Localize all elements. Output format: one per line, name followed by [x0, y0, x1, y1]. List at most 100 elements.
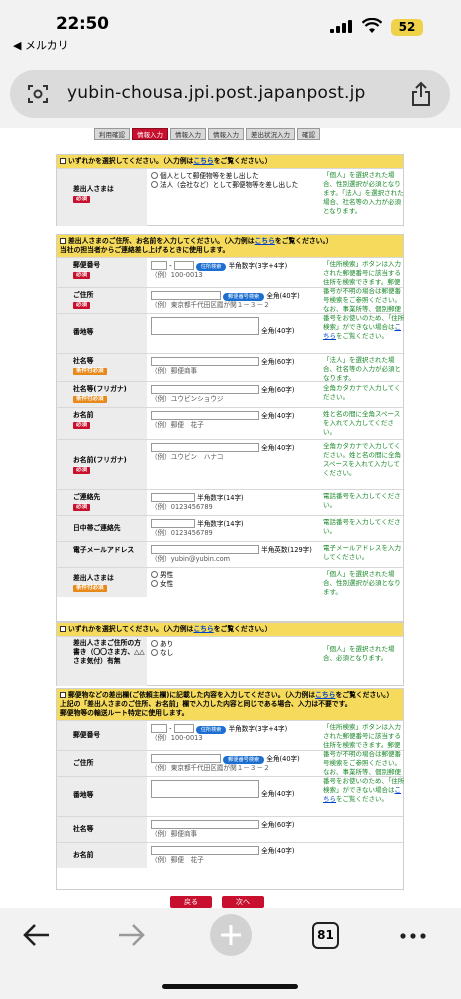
- mail-name-input[interactable]: [151, 846, 259, 855]
- conditional-badge: 条件付必須: [73, 585, 107, 592]
- phone-label: ご連絡先 必須: [57, 490, 147, 515]
- example-link[interactable]: こちら: [193, 157, 213, 165]
- sender-address-section: 差出人さまのご住所、お名前を入力してください。（入力例はこちらをご覧ください。）…: [56, 234, 404, 622]
- field-label: 差出人さまは 必須: [57, 169, 147, 226]
- next-button[interactable]: 次へ: [222, 896, 264, 908]
- address-input[interactable]: [151, 291, 221, 300]
- home-indicator: [162, 984, 298, 989]
- radio-katagaki-no[interactable]: なし: [151, 649, 319, 658]
- mail-company-label: 社名等: [57, 817, 147, 842]
- url-text[interactable]: yubin-chousa.jpi.post.japanpost.jp: [67, 83, 366, 103]
- mail-name-input-cell: 全角(40字) （例）郵便 花子: [151, 846, 295, 864]
- more-menu-icon[interactable]: [400, 932, 426, 940]
- postal-code-inputs: - 住所検索 半角数字(3字+4字) （例）100-0013: [151, 261, 288, 279]
- email-label: 電子メールアドレス: [57, 542, 147, 567]
- day-phone-label: 日中帯ご連絡先: [57, 516, 147, 541]
- site-settings-icon[interactable]: [26, 82, 50, 106]
- gender-note: 「個人」を選択された場合、性別選択が必須となります。: [323, 570, 401, 596]
- gender-label: 差出人さまは 条件付必須: [57, 568, 147, 597]
- phone-note: 電話番号を入力してください。: [323, 492, 401, 509]
- required-badge: 必須: [73, 196, 91, 203]
- mail-postal-search-button[interactable]: 郵便番号検索: [223, 756, 265, 764]
- mail-postal-inputs: - 住所検索 半角数字(3字+4字) （例）100-0013: [151, 724, 288, 742]
- katagaki-note: 「個人」を選択された場合、必須となります。: [323, 645, 395, 662]
- name-label: お名前 必須: [57, 408, 147, 439]
- email-input[interactable]: [151, 545, 259, 554]
- company-kana-label: 社名等(フリガナ) 条件付必須: [57, 382, 147, 407]
- required-badge: 必須: [73, 422, 91, 429]
- day-phone-input[interactable]: [151, 519, 195, 528]
- back-arrow-icon[interactable]: [22, 921, 52, 949]
- example-link[interactable]: こちら: [255, 237, 275, 245]
- mail-company-input[interactable]: [151, 820, 259, 829]
- required-badge: 必須: [73, 504, 91, 511]
- step-3: 情報入力: [170, 128, 206, 140]
- company-input-cell: 全角(60字) （例）郵便商事: [151, 357, 295, 375]
- phone-input[interactable]: [151, 493, 195, 502]
- section-header: 郵便物などの差出欄(ご依頼主欄)に記載した内容を入力してください。（入力例はこち…: [57, 689, 403, 720]
- plus-icon: [221, 925, 241, 945]
- forward-arrow-icon[interactable]: [116, 921, 146, 949]
- company-kana-note: 全角カタカナで入力してください。: [323, 384, 401, 401]
- company-note: 「法人」を選択された場合、社名等の入力が必須となります。: [323, 356, 401, 382]
- mail-sender-section: 郵便物などの差出欄(ご依頼主欄)に記載した内容を入力してください。（入力例はこち…: [56, 688, 404, 890]
- step-6: 確認: [297, 128, 320, 140]
- mail-postal-second-input[interactable]: [173, 724, 194, 733]
- postal-search-button[interactable]: 郵便番号検索: [223, 293, 265, 301]
- form-buttons: 戻る 次へ: [170, 896, 274, 908]
- banchi-input[interactable]: [151, 317, 259, 335]
- progress-steps: 利用確認 情報入力 情報入力 情報入力 差出状況入力 確認: [94, 128, 322, 142]
- radio-female[interactable]: 女性: [151, 580, 319, 589]
- postal-code-first-input[interactable]: [151, 261, 167, 270]
- share-icon[interactable]: [410, 81, 432, 107]
- mail-name-label: お名前: [57, 843, 147, 868]
- address-search-button[interactable]: 住所検索: [195, 263, 227, 271]
- company-kana-input[interactable]: [151, 385, 259, 394]
- name-kana-input-cell: 全角(40字) （例）ユウビン ハナコ: [151, 443, 295, 461]
- katagaki-options: あり なし: [149, 637, 319, 658]
- postal-code-second-input[interactable]: [173, 261, 194, 270]
- mail-banchi-label: 番地等: [57, 777, 147, 816]
- mail-address-input-cell: 郵便番号検索 全角(40字) （例）東京都千代田区霞が関１－３－２: [151, 754, 300, 772]
- section-header: 差出人さまのご住所、お名前を入力してください。（入力例はこちらをご覧ください。）…: [57, 235, 403, 257]
- conditional-badge: 条件付必須: [73, 368, 107, 375]
- sender-type-options: 個人として郵便物等を差し出した 法人（会社など）として郵便物等を差し出した: [149, 169, 319, 190]
- company-kana-input-cell: 全角(60字) （例）ユウビンショウジ: [151, 385, 295, 403]
- katagaki-section: いずれかを選択してください。（入力例はこちらをご覧ください。） 差出人さまご住所…: [56, 622, 404, 686]
- radio-male[interactable]: 男性: [151, 571, 319, 580]
- mail-banchi-input[interactable]: [151, 780, 259, 798]
- step-5: 差出状況入力: [246, 128, 295, 140]
- section-header: いずれかを選択してください。（入力例はこちらをご覧ください。）: [57, 623, 403, 636]
- new-tab-button[interactable]: [210, 914, 252, 956]
- mail-address-search-button[interactable]: 住所検索: [195, 726, 227, 734]
- step-4: 情報入力: [208, 128, 244, 140]
- phone-input-cell: 半角数字(14字) （例）0123456789: [151, 493, 244, 511]
- back-button[interactable]: 戻る: [170, 896, 212, 908]
- example-link[interactable]: こちら: [193, 625, 213, 633]
- conditional-badge: 条件付必須: [73, 396, 107, 403]
- company-input[interactable]: [151, 357, 259, 366]
- step-2: 情報入力: [132, 128, 168, 140]
- radio-individual[interactable]: 個人として郵便物等を差し出した: [151, 172, 319, 181]
- day-phone-note: 電話番号を入力してください。: [323, 518, 401, 535]
- required-badge: 必須: [73, 272, 91, 279]
- radio-katagaki-yes[interactable]: あり: [151, 640, 319, 649]
- name-kana-label: お名前(フリガナ) 必須: [57, 440, 147, 489]
- signal-icon: [330, 20, 354, 33]
- email-note: 電子メールアドレスを入力してください。: [323, 544, 401, 561]
- mail-postal-label: 郵便番号: [57, 721, 147, 750]
- banchi-input-cell: 全角(40字): [149, 314, 319, 336]
- name-input[interactable]: [151, 411, 259, 420]
- mail-address-label: ご住所: [57, 751, 147, 776]
- back-to-app-link[interactable]: ◀ メルカリ: [13, 37, 69, 53]
- address-label: ご住所 必須: [57, 288, 147, 313]
- radio-corporate[interactable]: 法人（会社など）として郵便物等を差し出した: [151, 181, 319, 190]
- wifi-icon: [362, 18, 382, 33]
- example-link[interactable]: こちら: [315, 691, 335, 699]
- name-kana-input[interactable]: [151, 443, 259, 452]
- mail-postal-first-input[interactable]: [151, 724, 167, 733]
- field-note: 「個人」を選択された場合、性別選択が必須となります。「法人」を選択された場合、社…: [323, 171, 404, 215]
- tab-switcher-button[interactable]: 81: [312, 922, 339, 949]
- mail-address-input[interactable]: [151, 754, 221, 763]
- address-bar[interactable]: yubin-chousa.jpi.post.japanpost.jp: [10, 70, 450, 118]
